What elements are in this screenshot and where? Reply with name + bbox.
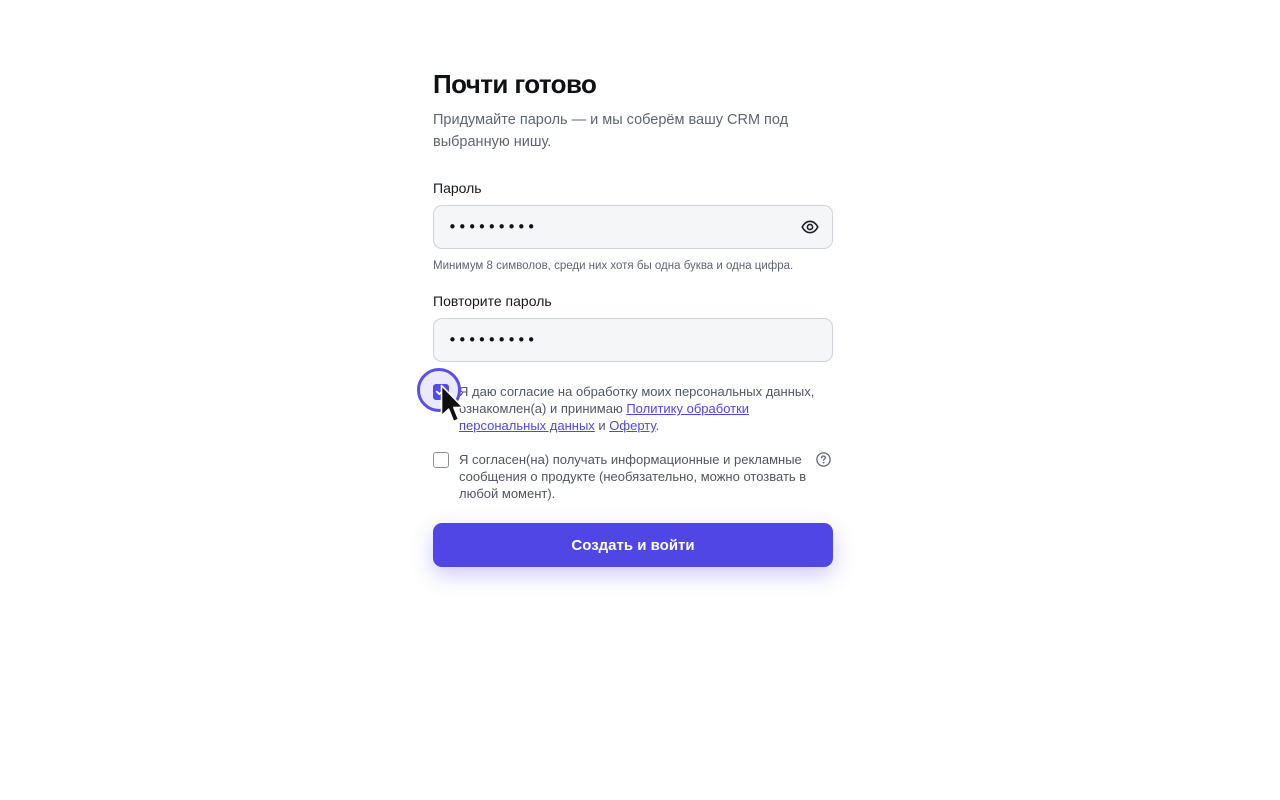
question-circle-icon[interactable] <box>816 452 831 467</box>
signup-form: Почти готово Придумайте пароль — и мы со… <box>417 68 833 567</box>
consent-marketing-checkbox[interactable] <box>433 452 449 468</box>
password-label: Пароль <box>433 180 482 196</box>
consent-personal-checkbox[interactable] <box>417 368 461 412</box>
password-hint: Минимум 8 символов, среди них хотя бы од… <box>433 260 794 272</box>
page-subtitle: Придумайте пароль — и мы соберём вашу CR… <box>433 112 789 150</box>
checkmark-icon <box>435 387 446 395</box>
consent-personal-text: Я даю согласие на обработку моих персона… <box>459 383 821 434</box>
page-title: Почти готово <box>433 69 597 99</box>
consent-personal-text-between: и <box>594 418 610 433</box>
eye-icon[interactable] <box>800 218 820 236</box>
offer-link[interactable]: Оферту <box>609 418 655 433</box>
password-field-wrapper <box>433 205 833 249</box>
consent-personal-text-after: . <box>655 418 660 433</box>
password-input[interactable] <box>434 206 832 248</box>
password-repeat-input[interactable] <box>434 319 832 361</box>
consent-personal-row: Я даю согласие на обработку моих персона… <box>417 368 833 434</box>
consent-marketing-text: Я согласен(на) получать информационные и… <box>459 452 807 501</box>
consent-marketing-row: Я согласен(на) получать информационные и… <box>433 451 833 502</box>
password-repeat-label: Повторите пароль <box>433 293 552 309</box>
password-repeat-field-wrapper <box>433 318 833 362</box>
create-and-login-button[interactable]: Создать и войти <box>433 523 833 567</box>
